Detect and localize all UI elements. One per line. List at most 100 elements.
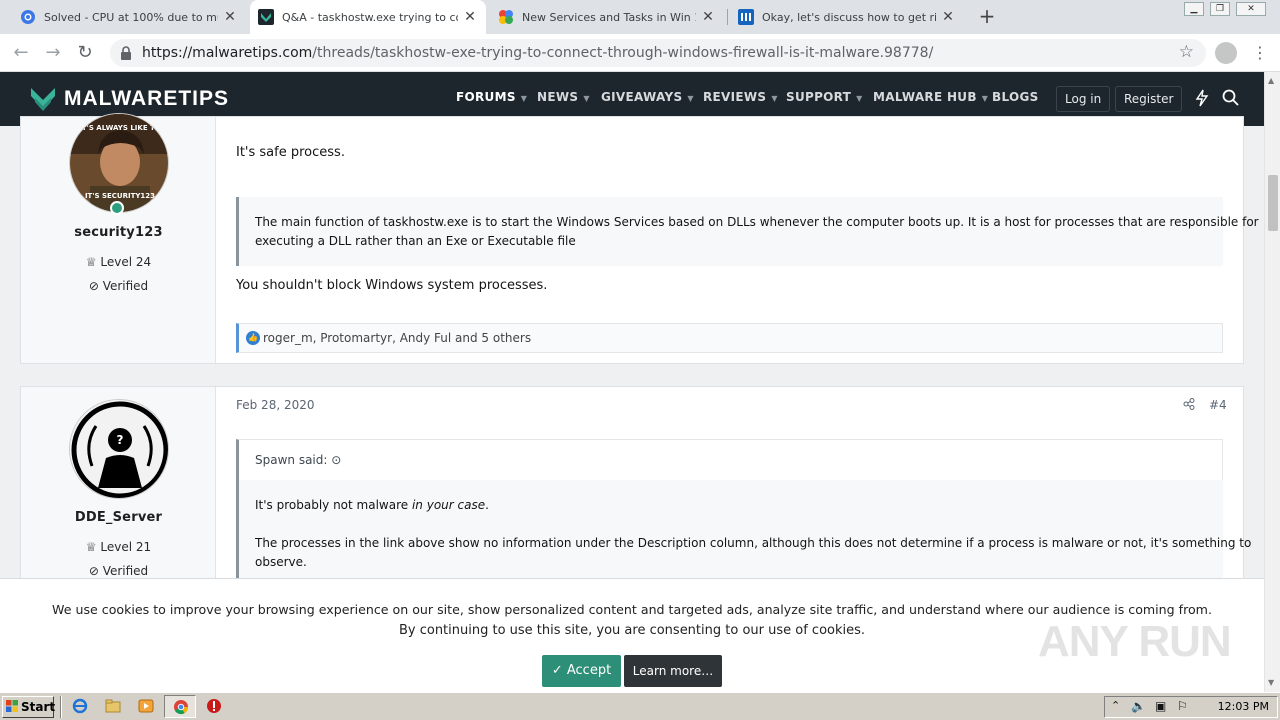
folder-icon[interactable] — [105, 698, 121, 714]
page-scrollbar[interactable]: ▲ ▼ — [1264, 72, 1280, 692]
learn-more-button[interactable]: Learn more… — [624, 655, 722, 687]
tab-title: Solved - CPU at 100% due to multipl — [44, 10, 218, 24]
menu-kebab-icon[interactable]: ⋮ — [1252, 42, 1268, 64]
chevron-down-icon: ▼ — [856, 94, 863, 103]
post-number-link[interactable]: #4 — [1209, 398, 1227, 412]
profile-avatar-icon[interactable] — [1215, 42, 1237, 64]
avatar-caption-bottom: IT'S SECURITY123 — [85, 192, 155, 200]
new-tab-button[interactable]: + — [976, 4, 998, 28]
malwaretips-icon — [258, 9, 274, 25]
stop-sign-icon[interactable] — [206, 698, 222, 714]
jump-to-quote-icon[interactable]: ⊙ — [331, 453, 341, 467]
tab-close-icon[interactable]: ✕ — [222, 9, 238, 25]
chrome-help-icon — [20, 9, 36, 25]
cookie-banner: ANY RUN We use cookies to improve your b… — [0, 578, 1264, 692]
bookmark-star-icon[interactable]: ☆ — [1179, 42, 1194, 62]
avatar-image: IT'S ALWAYS LIKE TH IT'S SECURITY123 — [70, 114, 168, 212]
user-verified: ⊘ Verified — [21, 279, 216, 293]
volume-icon[interactable]: 🔈 — [1131, 699, 1146, 713]
tab-title: Okay, let's discuss how to get rid of — [762, 10, 936, 24]
url-domain: https://malwaretips.com — [142, 45, 313, 61]
nav-forums[interactable]: FORUMS ▼ — [456, 90, 527, 104]
share-icon[interactable] — [1183, 398, 1195, 413]
scrollbar-thumb[interactable] — [1268, 175, 1278, 231]
cookie-text: We use cookies to improve your browsing … — [0, 599, 1264, 641]
cookie-line: We use cookies to improve your browsing … — [52, 602, 1212, 617]
close-window-icon[interactable]: ✕ — [1236, 2, 1266, 16]
minimize-icon[interactable]: ▁ — [1184, 2, 1204, 16]
windows-taskbar: Start ⌃ 🔈 ▣ ⚐ 12:03 PM — [0, 692, 1280, 720]
site-logo[interactable]: MALWARETIPS — [30, 85, 229, 113]
chevron-down-icon: ▼ — [687, 94, 694, 103]
nav-news[interactable]: NEWS ▼ — [537, 90, 590, 104]
quote-author-name: Spawn said: — [255, 453, 328, 467]
taskbar-chrome-button[interactable] — [164, 695, 196, 718]
accept-cookies-button[interactable]: ✓ Accept — [542, 655, 621, 687]
svg-text:?: ? — [117, 433, 124, 447]
reactions-bar[interactable]: 👍 roger_m, Protomartyr, Andy Ful and 5 o… — [236, 323, 1223, 353]
verified-check-icon: ⊘ — [88, 564, 103, 578]
avatar[interactable]: IT'S ALWAYS LIKE TH IT'S SECURITY123 — [69, 113, 169, 213]
nav-blogs[interactable]: BLOGS — [992, 90, 1039, 104]
verified-label: Verified — [102, 564, 149, 578]
trophy-icon: ♕ — [85, 540, 101, 554]
online-status-icon — [110, 201, 124, 215]
quote-text: . — [485, 498, 489, 512]
nav-label: BLOGS — [992, 90, 1039, 104]
quote-text: It's probably not malware — [255, 498, 412, 512]
quote-emphasis: in your case — [411, 498, 486, 512]
quote-line: The processes in the link above show no … — [255, 536, 1252, 550]
tab-close-icon[interactable]: ✕ — [462, 9, 478, 25]
scroll-down-icon[interactable]: ▼ — [1268, 678, 1274, 687]
malwaretips-logo-icon — [31, 88, 55, 111]
lock-icon — [121, 46, 131, 60]
level-label: Level 21 — [100, 540, 152, 554]
windows-flag-icon — [6, 700, 18, 712]
tab-close-icon[interactable]: ✕ — [940, 9, 956, 25]
forward-arrow-icon[interactable]: → — [42, 42, 64, 64]
tab-solved-cpu[interactable]: Solved - CPU at 100% due to multipl ✕ — [12, 0, 246, 34]
nav-giveaways[interactable]: GIVEAWAYS ▼ — [601, 90, 694, 104]
url-bar[interactable]: https://malwaretips.com/threads/taskhost… — [110, 39, 1206, 67]
scroll-up-icon[interactable]: ▲ — [1268, 76, 1274, 85]
post-date[interactable]: Feb 28, 2020 — [236, 398, 315, 412]
internet-explorer-icon[interactable] — [72, 698, 88, 714]
nav-reviews[interactable]: REVIEWS ▼ — [703, 90, 778, 104]
tab-separator — [727, 9, 728, 25]
reactions-list[interactable]: roger_m, Protomartyr, Andy Ful and 5 oth… — [263, 331, 531, 345]
tab-title: New Services and Tasks in Win 10 - W — [522, 10, 696, 24]
username[interactable]: DDE_Server — [21, 510, 216, 525]
search-icon[interactable] — [1222, 89, 1239, 110]
like-thumb-icon: 👍 — [246, 331, 260, 345]
login-button[interactable]: Log in — [1056, 86, 1111, 112]
username[interactable]: security123 — [21, 225, 216, 240]
start-button[interactable]: Start — [2, 696, 55, 718]
user-level: ♕ Level 24 — [21, 255, 216, 269]
chevron-down-icon: ▼ — [520, 94, 528, 103]
cookie-line: By continuing to use this site, you are … — [398, 623, 866, 638]
forum-icon — [738, 9, 754, 25]
whats-new-bolt-icon[interactable] — [1195, 89, 1209, 111]
media-player-icon[interactable] — [138, 698, 154, 714]
tab-close-icon[interactable]: ✕ — [700, 9, 716, 25]
tray-expand-icon[interactable]: ⌃ — [1111, 699, 1120, 712]
back-arrow-icon[interactable]: ← — [10, 42, 32, 64]
tab-new-services[interactable]: New Services and Tasks in Win 10 - W ✕ — [490, 0, 724, 34]
avatar[interactable]: ? — [69, 399, 169, 499]
tab-title: Q&A - taskhostw.exe trying to conn — [282, 10, 458, 24]
post-text-line: You shouldn't block Windows system proce… — [236, 278, 548, 293]
nav-malware-hub[interactable]: MALWARE HUB ▼ — [873, 90, 988, 104]
restore-icon[interactable]: ❐ — [1210, 2, 1230, 16]
quote-author[interactable]: Spawn said: ⊙ — [255, 453, 341, 467]
nav-label: SUPPORT — [786, 90, 852, 104]
user-verified: ⊘ Verified — [21, 564, 216, 578]
nav-support[interactable]: SUPPORT ▼ — [786, 90, 863, 104]
blockquote: The main function of taskhostw.exe is to… — [236, 197, 1259, 266]
tab-qa-taskhostw[interactable]: Q&A - taskhostw.exe trying to conn ✕ — [250, 0, 486, 34]
register-button[interactable]: Register — [1115, 86, 1183, 112]
network-icon[interactable]: ▣ — [1155, 699, 1166, 713]
logo-text: MALWARETIPS — [64, 87, 230, 110]
reload-icon[interactable]: ↻ — [74, 42, 96, 64]
tab-okay-discuss[interactable]: Okay, let's discuss how to get rid of ✕ — [730, 0, 964, 34]
flag-icon[interactable]: ⚐ — [1177, 699, 1188, 713]
